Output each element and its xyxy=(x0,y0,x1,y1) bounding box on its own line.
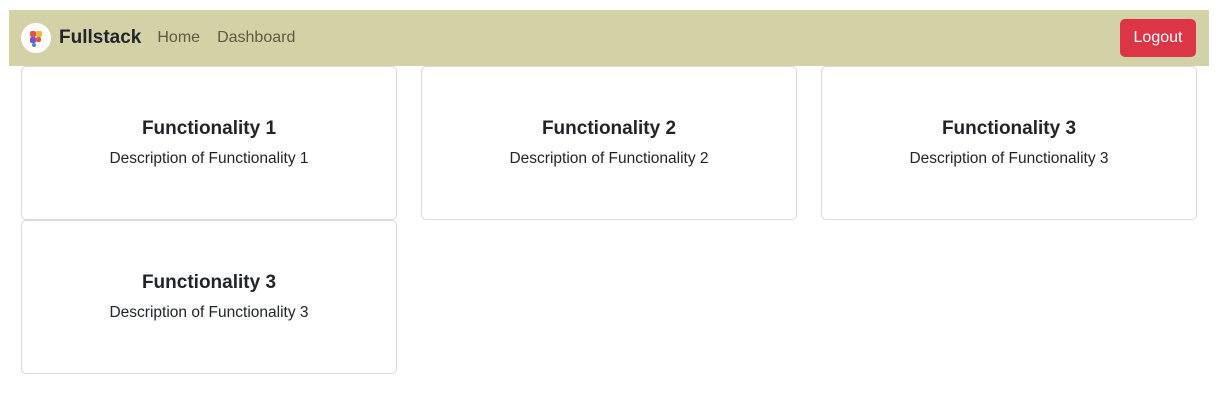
feature-card: Functionality 1 Description of Functiona… xyxy=(21,66,397,220)
card-title: Functionality 3 xyxy=(941,118,1077,139)
card-title: Functionality 3 xyxy=(141,272,277,293)
feature-card: Functionality 3 Description of Functiona… xyxy=(21,220,397,374)
brand-link[interactable]: Fullstack xyxy=(21,23,141,53)
feature-card: Functionality 3 Description of Functiona… xyxy=(821,66,1197,220)
logo-icon xyxy=(21,23,51,53)
nav-links: Home Dashboard xyxy=(157,29,312,47)
card-title: Functionality 2 xyxy=(541,118,677,139)
page: Fullstack Home Dashboard Logout Function… xyxy=(0,0,1222,400)
logout-button[interactable]: Logout xyxy=(1120,19,1196,57)
card-title: Functionality 1 xyxy=(141,118,277,139)
card-description: Description of Functionality 3 xyxy=(109,304,309,321)
nav-link-dashboard[interactable]: Dashboard xyxy=(217,29,295,47)
card-description: Description of Functionality 1 xyxy=(109,150,309,167)
brand-name: Fullstack xyxy=(59,27,142,48)
feature-card: Functionality 2 Description of Functiona… xyxy=(421,66,797,220)
nav-link-home[interactable]: Home xyxy=(157,29,200,47)
card-description: Description of Functionality 2 xyxy=(509,150,709,167)
card-description: Description of Functionality 3 xyxy=(909,150,1109,167)
navbar: Fullstack Home Dashboard Logout xyxy=(9,10,1209,66)
